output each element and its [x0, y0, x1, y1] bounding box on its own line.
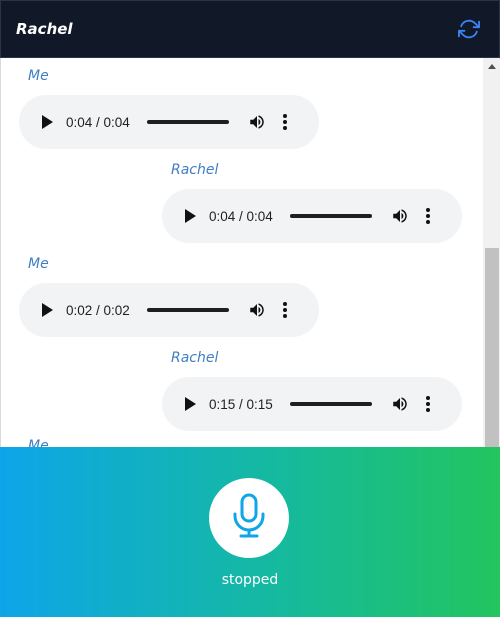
more-options-icon[interactable] — [281, 300, 289, 320]
chat-header: Rachel — [0, 0, 500, 58]
scroll-up-arrow-icon[interactable] — [483, 58, 500, 74]
volume-icon[interactable] — [247, 112, 267, 132]
message-item: Me 0:04 / 0:04 — [19, 66, 319, 149]
volume-icon[interactable] — [247, 300, 267, 320]
more-options-icon[interactable] — [281, 112, 289, 132]
seek-bar[interactable] — [147, 120, 229, 124]
sender-label: Rachel — [171, 350, 219, 366]
play-icon[interactable] — [180, 206, 200, 226]
microphone-icon — [232, 493, 266, 544]
scrollbar-thumb[interactable] — [485, 248, 499, 447]
message-item: Rachel 0:15 / 0:15 — [162, 348, 462, 431]
sender-label: Me — [28, 68, 49, 84]
seek-bar[interactable] — [290, 402, 372, 406]
sender-label: Rachel — [171, 162, 219, 178]
sender-label: Me — [28, 256, 49, 272]
audio-player[interactable]: 0:15 / 0:15 — [162, 377, 462, 431]
recording-status: stopped — [221, 572, 279, 588]
more-options-icon[interactable] — [424, 394, 432, 414]
audio-time: 0:15 / 0:15 — [209, 396, 273, 412]
refresh-icon[interactable] — [457, 17, 481, 41]
audio-time: 0:04 / 0:04 — [66, 114, 130, 130]
sender-label: Me — [28, 438, 49, 447]
record-button[interactable] — [209, 478, 289, 558]
seek-bar[interactable] — [147, 308, 229, 312]
play-icon[interactable] — [180, 394, 200, 414]
volume-icon[interactable] — [390, 206, 410, 226]
audio-player[interactable]: 0:04 / 0:04 — [19, 95, 319, 149]
audio-time: 0:02 / 0:02 — [66, 302, 130, 318]
scrollbar[interactable] — [483, 58, 500, 447]
audio-time: 0:04 / 0:04 — [209, 208, 273, 224]
audio-player[interactable]: 0:04 / 0:04 — [162, 189, 462, 243]
volume-icon[interactable] — [390, 394, 410, 414]
play-icon[interactable] — [37, 112, 57, 132]
contact-name: Rachel — [16, 20, 73, 38]
play-icon[interactable] — [37, 300, 57, 320]
message-item: Me 0:02 / 0:02 — [19, 254, 319, 337]
message-list[interactable]: Me 0:04 / 0:04 Rachel 0:04 / 0:04 Me 0:0… — [0, 58, 500, 447]
audio-player[interactable]: 0:02 / 0:02 — [19, 283, 319, 337]
more-options-icon[interactable] — [424, 206, 432, 226]
seek-bar[interactable] — [290, 214, 372, 218]
message-item: Rachel 0:04 / 0:04 — [162, 160, 462, 243]
recorder-panel: stopped — [0, 447, 500, 617]
